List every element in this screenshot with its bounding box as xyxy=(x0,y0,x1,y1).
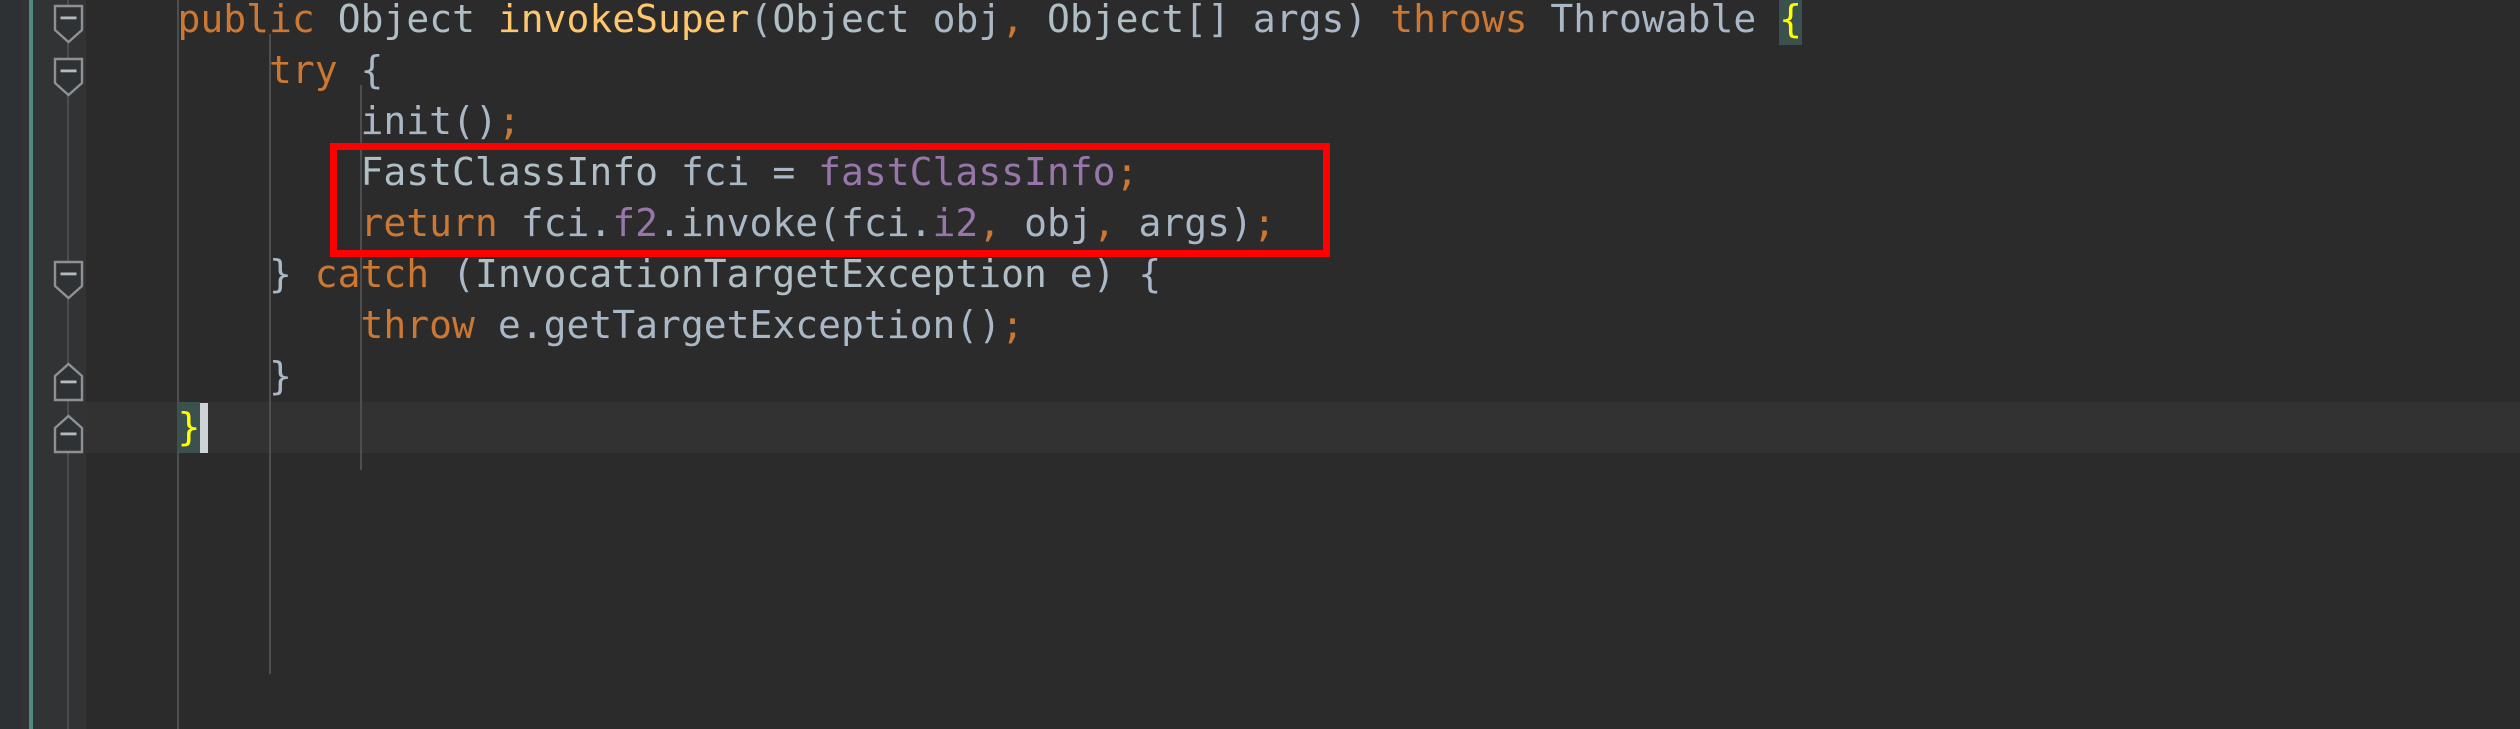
code-token: } xyxy=(177,402,201,453)
code-token: catch xyxy=(314,252,430,296)
fold-marker-method-end-icon[interactable] xyxy=(51,412,86,456)
code-token: , xyxy=(1092,201,1116,245)
code-token: Object xyxy=(772,0,910,41)
code-token: ; xyxy=(497,99,521,143)
code-token: public xyxy=(177,0,315,41)
code-line-init-call[interactable]: init(); xyxy=(86,96,2520,147)
code-line-throw[interactable]: throw e.getTargetException(); xyxy=(86,300,2520,351)
code-token: ; xyxy=(1001,303,1025,347)
code-line-method-signature[interactable]: public Object invokeSuper(Object obj, Ob… xyxy=(86,0,2520,45)
code-token: throw xyxy=(360,303,475,347)
code-token: invokeSuper xyxy=(497,0,750,41)
fold-marker-catch-block-icon[interactable] xyxy=(51,258,86,302)
code-token: FastClassInfo xyxy=(360,150,658,194)
code-line-fastclassinfo-assignment[interactable]: FastClassInfo fci = fastClassInfo; xyxy=(86,147,2520,198)
code-token: InvocationTargetException xyxy=(474,252,1047,296)
code-line-catch-close[interactable]: } xyxy=(86,351,2520,402)
code-token: ; xyxy=(1252,201,1276,245)
code-token: ( xyxy=(429,252,475,296)
code-editor[interactable]: public Object invokeSuper(Object obj, Ob… xyxy=(0,0,2520,729)
code-token: args) xyxy=(1115,201,1253,245)
code-token: e) { xyxy=(1046,252,1162,296)
code-token: try xyxy=(269,48,338,92)
fold-marker-catch-end-icon[interactable] xyxy=(51,360,86,404)
code-line-catch[interactable]: } catch (InvocationTargetException e) { xyxy=(86,249,2520,300)
code-token: Object xyxy=(1047,0,1185,41)
code-token: throws xyxy=(1390,0,1528,41)
code-token: init() xyxy=(360,99,498,143)
code-token: e.getTargetException() xyxy=(474,303,1002,347)
code-token: { xyxy=(1779,0,1803,45)
code-line-method-close[interactable]: } xyxy=(86,402,2520,453)
code-token: ; xyxy=(1115,150,1139,194)
code-token: ( xyxy=(749,0,773,41)
code-token: , xyxy=(1001,0,1025,41)
code-token: Object xyxy=(337,0,475,41)
code-surface[interactable]: public Object invokeSuper(Object obj, Ob… xyxy=(86,0,2520,729)
code-token: f2 xyxy=(612,201,658,245)
fold-marker-method-icon[interactable] xyxy=(51,2,86,46)
vcs-annotation-stripe xyxy=(29,0,33,729)
text-caret xyxy=(200,403,208,453)
code-token: fastClassInfo xyxy=(818,150,1116,194)
editor-gutter[interactable] xyxy=(0,0,86,729)
code-token: .invoke(fci. xyxy=(657,201,933,245)
code-token: i2 xyxy=(932,201,979,245)
code-token: fci = xyxy=(657,150,819,194)
gutter-left-strip xyxy=(0,0,22,729)
code-line-return-invoke[interactable]: return fci.f2.invoke(fci.i2, obj, args); xyxy=(86,198,2520,249)
code-token: Throwable xyxy=(1527,0,1780,41)
code-token: obj xyxy=(909,0,1002,41)
fold-marker-try-block-icon[interactable] xyxy=(51,55,86,99)
code-token: obj xyxy=(1001,201,1093,245)
code-token: } xyxy=(86,354,292,398)
code-token: fci. xyxy=(497,201,613,245)
code-token: return xyxy=(360,201,498,245)
code-token: , xyxy=(978,201,1002,245)
code-token: { xyxy=(337,48,384,92)
code-line-try[interactable]: try { xyxy=(86,45,2520,96)
code-token: } xyxy=(86,252,315,296)
code-token: [] args) xyxy=(1184,0,1391,41)
